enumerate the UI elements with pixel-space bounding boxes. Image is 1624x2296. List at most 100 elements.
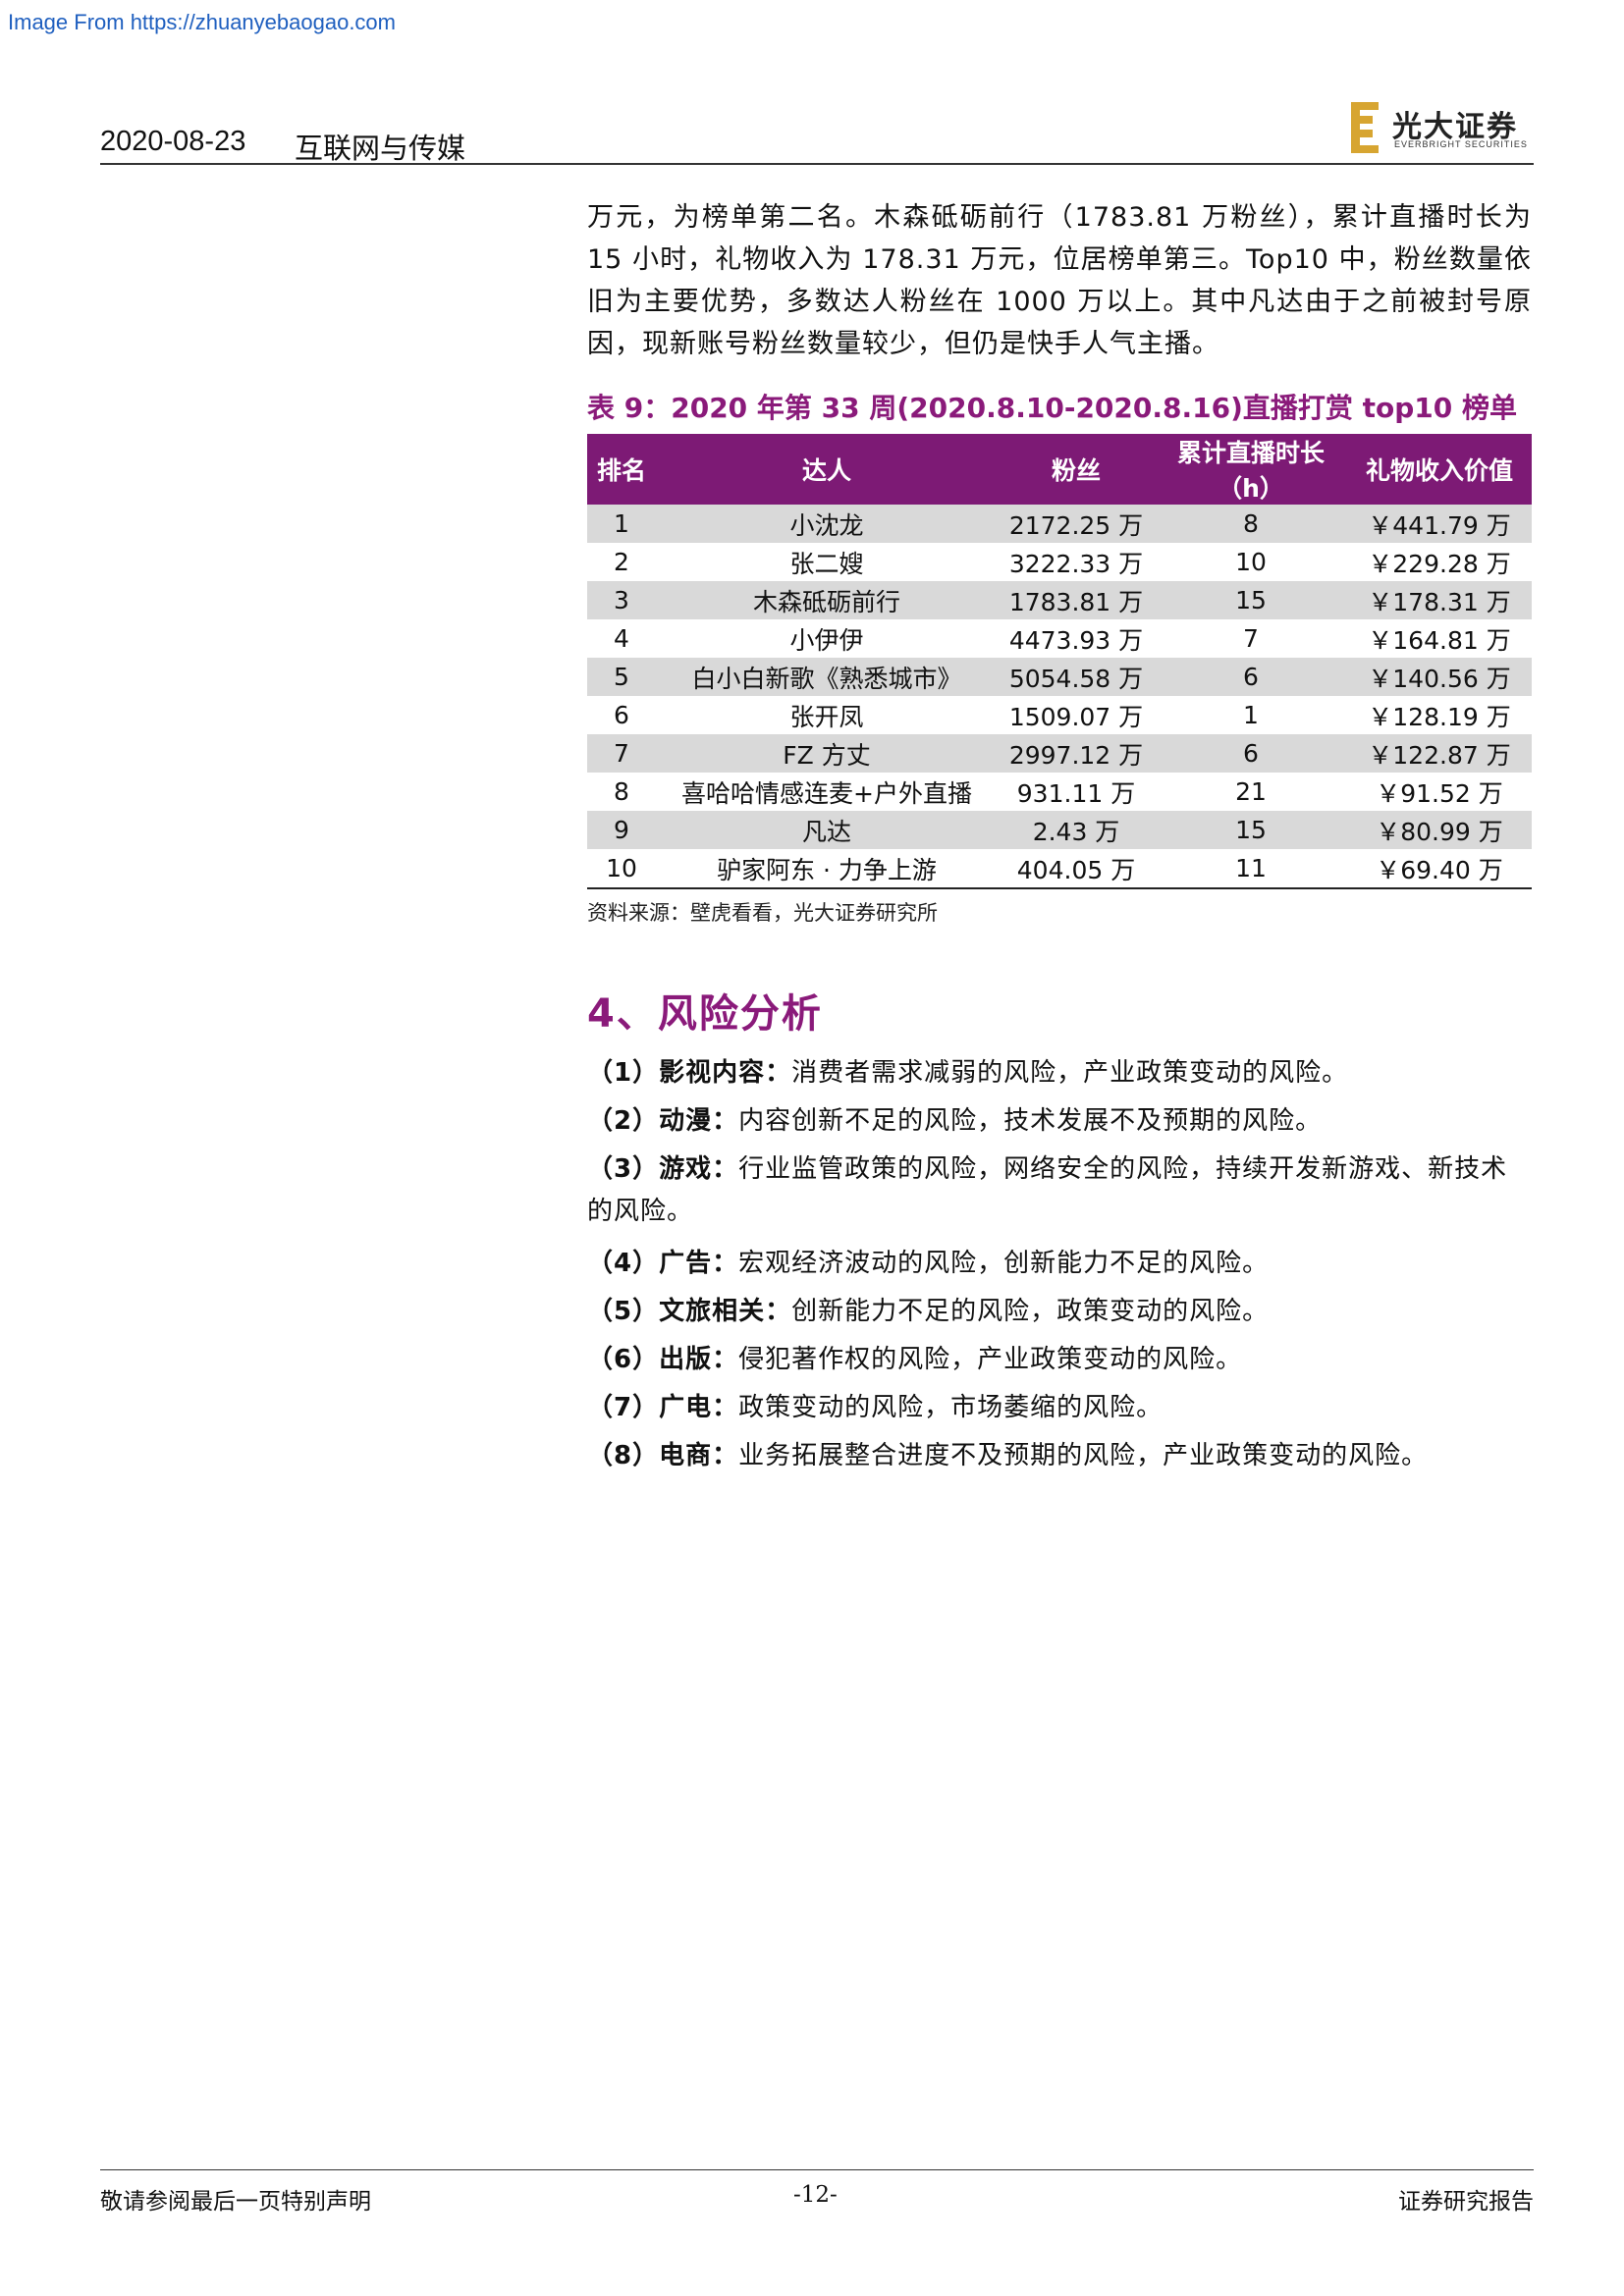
cell-rank: 8 xyxy=(587,773,656,811)
intro-line: 因，现新账号粉丝数量较少，但仍是快手人气主播。 xyxy=(587,329,1219,359)
header-hours: 累计直播时长（h） xyxy=(1155,434,1347,505)
risk-item: （1）影视内容：消费者需求减弱的风险，产业政策变动的风险。 xyxy=(587,1052,1532,1095)
cell-gift-value: ￥178.31 万 xyxy=(1347,581,1532,619)
section-title: 4、风险分析 xyxy=(587,991,823,1037)
cell-rank: 9 xyxy=(587,811,656,849)
cell-gift-value: ￥229.28 万 xyxy=(1347,543,1532,581)
cell-gift-value: ￥122.87 万 xyxy=(1347,734,1532,773)
report-sector: 互联网与传媒 xyxy=(295,132,466,165)
cell-hours: 15 xyxy=(1155,581,1347,619)
cell-streamer: 白小白新歌《熟悉城市》 xyxy=(656,658,998,696)
cell-gift-value: ￥69.40 万 xyxy=(1347,849,1532,889)
table-row: 8 喜哈哈情感连麦+户外直播 931.11 万 21 ￥91.52 万 xyxy=(587,773,1532,811)
header-rank: 排名 xyxy=(587,434,656,505)
cell-rank: 1 xyxy=(587,505,656,543)
cell-streamer: FZ 方丈 xyxy=(656,734,998,773)
table-header-row: 排名 达人 粉丝 累计直播时长（h） 礼物收入价值 xyxy=(587,434,1532,505)
cell-hours: 21 xyxy=(1155,773,1347,811)
risk-number: （1） xyxy=(587,1058,660,1088)
logo-mark-icon xyxy=(1351,102,1384,153)
cell-gift-value: ￥91.52 万 xyxy=(1347,773,1532,811)
risk-item: （4）广告：宏观经济波动的风险，创新能力不足的风险。 xyxy=(587,1243,1532,1285)
risk-number: （7） xyxy=(587,1393,660,1422)
table-row: 5 白小白新歌《熟悉城市》 5054.58 万 6 ￥140.56 万 xyxy=(587,658,1532,696)
intro-line: 15 小时，礼物收入为 178.31 万元，位居榜单第三。Top10 中，粉丝数… xyxy=(587,244,1532,275)
page-header: 2020-08-23 互联网与传媒 光大证券 EVERBRIGHT SECURI… xyxy=(100,102,1534,165)
cell-streamer: 小沈龙 xyxy=(656,505,998,543)
risk-item: （5）文旅相关：创新能力不足的风险，政策变动的风险。 xyxy=(587,1291,1532,1333)
cell-rank: 2 xyxy=(587,543,656,581)
risk-category: 出版： xyxy=(659,1345,739,1374)
main-content: 万元，为榜单第二名。木森砥砺前行（1783.81 万粉丝），累计直播时长为 15 … xyxy=(587,196,1532,1483)
cell-gift-value: ￥80.99 万 xyxy=(1347,811,1532,849)
cell-streamer: 凡达 xyxy=(656,811,998,849)
cell-streamer: 张开凤 xyxy=(656,696,998,734)
cell-streamer: 小伊伊 xyxy=(656,619,998,658)
risk-text: 消费者需求减弱的风险，产业政策变动的风险。 xyxy=(791,1058,1349,1088)
risk-category: 广电： xyxy=(659,1393,739,1422)
cell-fans: 1783.81 万 xyxy=(998,581,1155,619)
cell-fans: 4473.93 万 xyxy=(998,619,1155,658)
cell-hours: 11 xyxy=(1155,849,1347,889)
cell-fans: 2172.25 万 xyxy=(998,505,1155,543)
risk-text: 宏观经济波动的风险，创新能力不足的风险。 xyxy=(738,1249,1270,1278)
risk-text: 内容创新不足的风险，技术发展不及预期的风险。 xyxy=(738,1106,1323,1136)
footer-report-type: 证券研究报告 xyxy=(1398,2189,1534,2215)
table-row: 9 凡达 2.43 万 15 ￥80.99 万 xyxy=(587,811,1532,849)
table-source: 资料来源：壁虎看看，光大证券研究所 xyxy=(587,901,938,925)
risk-item: （7）广电：政策变动的风险，市场萎缩的风险。 xyxy=(587,1387,1532,1429)
risk-category: 动漫： xyxy=(659,1106,739,1136)
risk-number: （5） xyxy=(587,1297,660,1326)
risk-text: 业务拓展整合进度不及预期的风险，产业政策变动的风险。 xyxy=(738,1441,1429,1470)
cell-hours: 8 xyxy=(1155,505,1347,543)
cell-hours: 7 xyxy=(1155,619,1347,658)
source-watermark[interactable]: Image From https://zhuanyebaogao.com xyxy=(8,10,396,35)
risk-number: （2） xyxy=(587,1106,660,1136)
risk-category: 游戏： xyxy=(659,1154,739,1184)
cell-rank: 5 xyxy=(587,658,656,696)
cell-hours: 15 xyxy=(1155,811,1347,849)
page-number: -12- xyxy=(793,2182,838,2208)
cell-fans: 404.05 万 xyxy=(998,849,1155,889)
cell-fans: 3222.33 万 xyxy=(998,543,1155,581)
intro-line: 旧为主要优势，多数达人粉丝在 1000 万以上。其中凡达由于之前被封号原 xyxy=(587,287,1532,317)
footer-disclaimer: 敬请参阅最后一页特别声明 xyxy=(100,2189,371,2215)
risk-number: （3） xyxy=(587,1154,660,1184)
cell-hours: 1 xyxy=(1155,696,1347,734)
table-row: 2 张二嫂 3222.33 万 10 ￥229.28 万 xyxy=(587,543,1532,581)
table-body: 1 小沈龙 2172.25 万 8 ￥441.79 万 2 张二嫂 3222.33 万 10 ￥2… xyxy=(587,505,1532,889)
cell-hours: 6 xyxy=(1155,658,1347,696)
header-fans: 粉丝 xyxy=(998,434,1155,505)
risk-list: （1）影视内容：消费者需求减弱的风险，产业政策变动的风险。 （2）动漫：内容创新不… xyxy=(587,1052,1532,1477)
cell-rank: 10 xyxy=(587,849,656,889)
ranking-table: 排名 达人 粉丝 累计直播时长（h） 礼物收入价值 1 小沈龙 2172.25 万8… xyxy=(587,434,1532,889)
cell-fans: 1509.07 万 xyxy=(998,696,1155,734)
table-row: 1 小沈龙 2172.25 万 8 ￥441.79 万 xyxy=(587,505,1532,543)
risk-category: 文旅相关： xyxy=(659,1297,792,1326)
logo-text-en: EVERBRIGHT SECURITIES xyxy=(1394,139,1528,149)
cell-streamer: 喜哈哈情感连麦+户外直播 xyxy=(656,773,998,811)
risk-text: 侵犯著作权的风险，产业政策变动的风险。 xyxy=(738,1345,1243,1374)
risk-text: 创新能力不足的风险，政策变动的风险。 xyxy=(791,1297,1270,1326)
cell-hours: 10 xyxy=(1155,543,1347,581)
risk-item: （8）电商：业务拓展整合进度不及预期的风险，产业政策变动的风险。 xyxy=(587,1435,1532,1477)
everbright-logo: 光大证券 EVERBRIGHT SECURITIES xyxy=(1351,102,1528,155)
intro-paragraph: 万元，为榜单第二名。木森砥砺前行（1783.81 万粉丝），累计直播时长为 15 … xyxy=(587,196,1532,365)
cell-gift-value: ￥441.79 万 xyxy=(1347,505,1532,543)
cell-streamer: 木森砥砺前行 xyxy=(656,581,998,619)
cell-rank: 7 xyxy=(587,734,656,773)
risk-item: （3）游戏：行业监管政策的风险，网络安全的风险，持续开发新游戏、新技术的风险。 xyxy=(587,1148,1532,1233)
risk-category: 广告： xyxy=(659,1249,739,1278)
cell-fans: 2997.12 万 xyxy=(998,734,1155,773)
cell-gift-value: ￥164.81 万 xyxy=(1347,619,1532,658)
cell-streamer: 驴家阿东 · 力争上游 xyxy=(656,849,998,889)
cell-rank: 6 xyxy=(587,696,656,734)
risk-category: 影视内容： xyxy=(659,1058,792,1088)
cell-streamer: 张二嫂 xyxy=(656,543,998,581)
cell-rank: 4 xyxy=(587,619,656,658)
header-gift-value: 礼物收入价值 xyxy=(1347,434,1532,505)
cell-gift-value: ￥128.19 万 xyxy=(1347,696,1532,734)
risk-item: （6）出版：侵犯著作权的风险，产业政策变动的风险。 xyxy=(587,1339,1532,1381)
risk-number: （4） xyxy=(587,1249,660,1278)
page-footer: 敬请参阅最后一页特别声明 -12- 证券研究报告 xyxy=(100,2169,1534,2215)
